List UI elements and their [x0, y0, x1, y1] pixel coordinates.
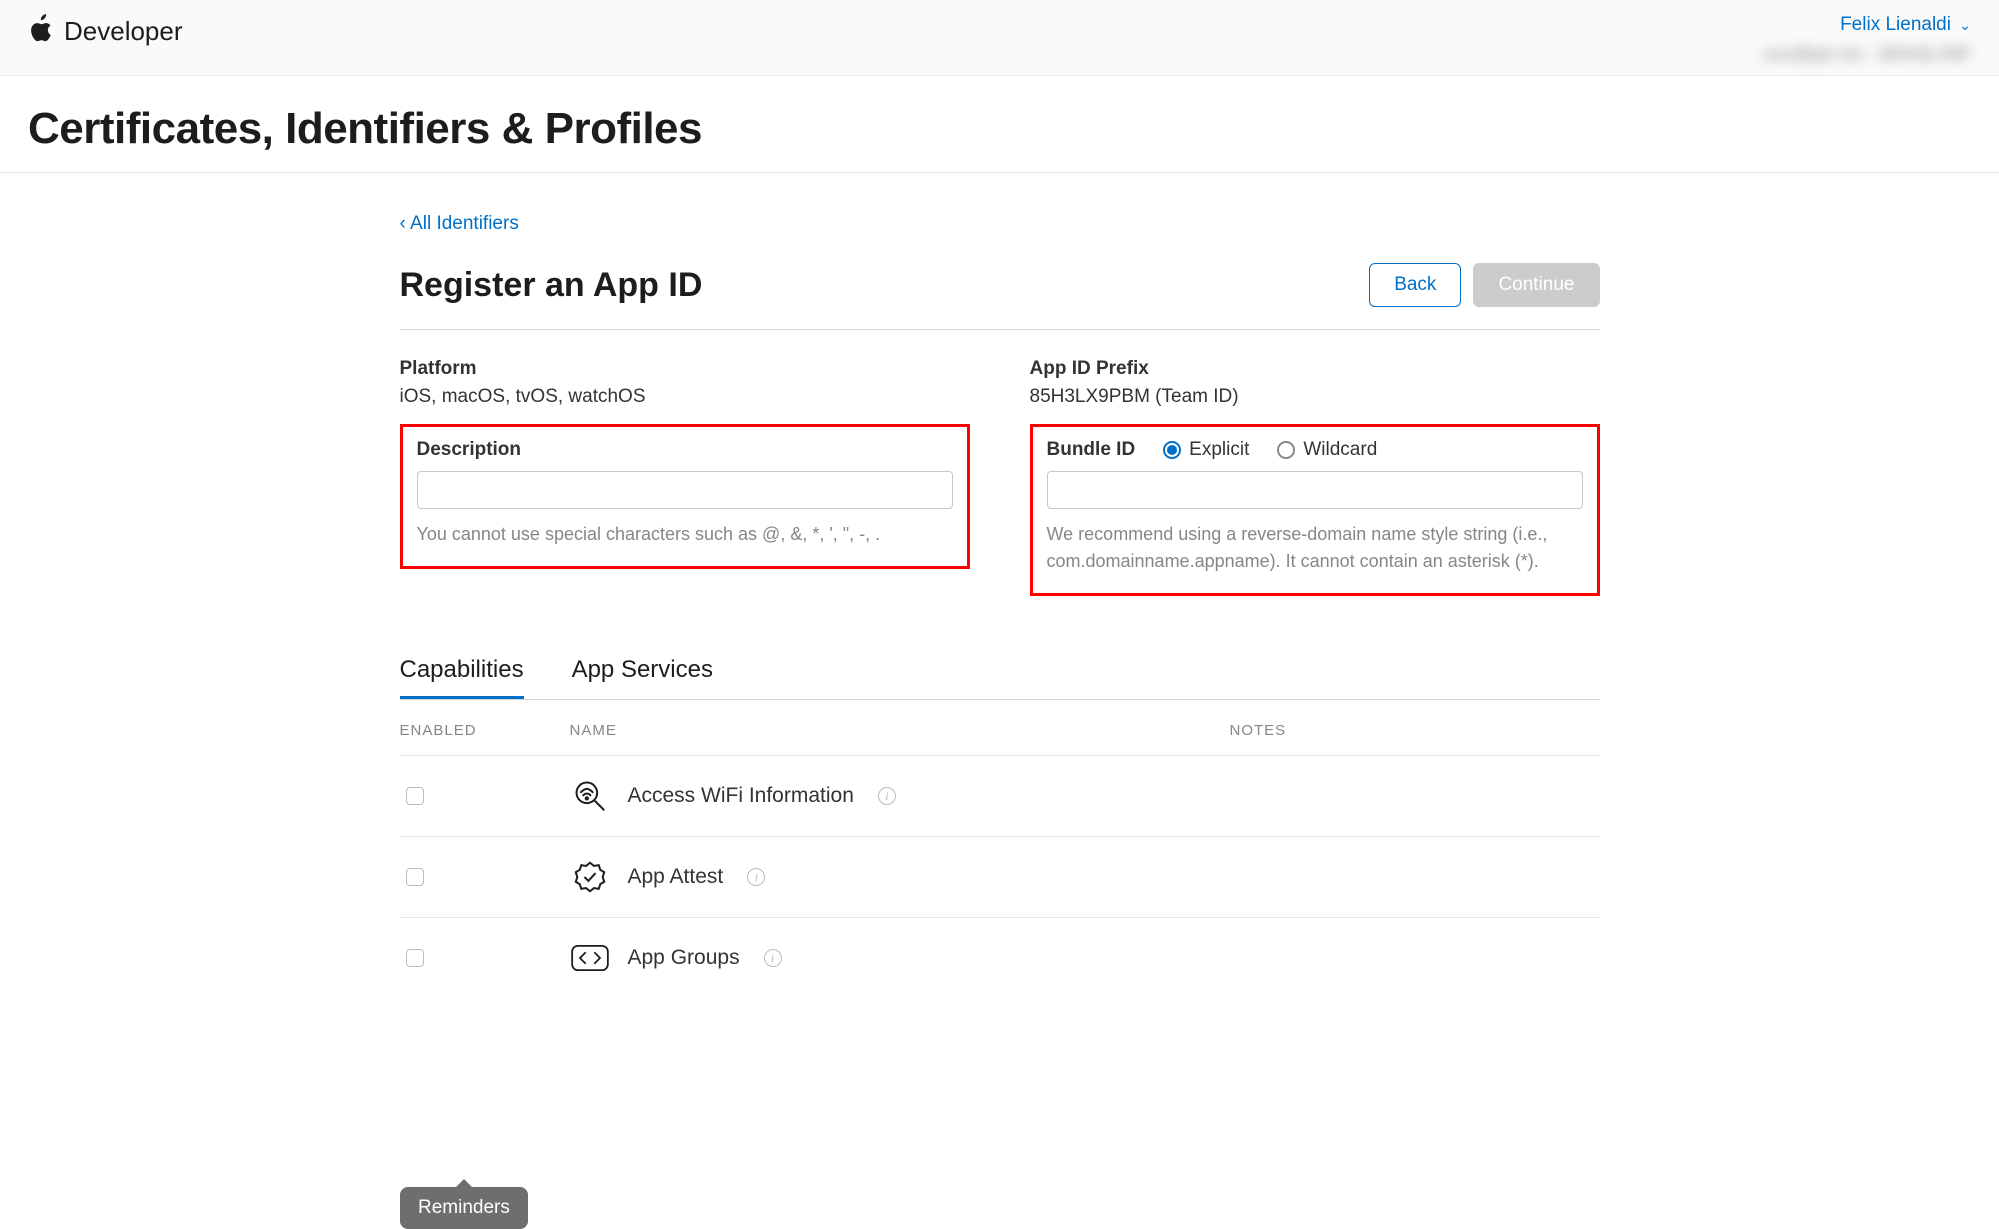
section-header: Register an App ID Back Continue	[400, 263, 1600, 330]
radio-unselected-icon	[1277, 441, 1295, 459]
bundle-explicit-radio[interactable]: Explicit	[1163, 439, 1249, 461]
tab-app-services[interactable]: App Services	[572, 656, 713, 699]
capability-name: Access WiFi Information	[628, 784, 854, 808]
info-icon[interactable]: i	[764, 949, 782, 967]
description-input[interactable]	[417, 471, 953, 509]
chevron-down-icon: ⌄	[1959, 17, 1971, 33]
description-box: Description You cannot use special chara…	[400, 424, 970, 569]
platform-value: iOS, macOS, tvOS, watchOS	[400, 386, 970, 408]
continue-button: Continue	[1473, 263, 1599, 307]
description-help: You cannot use special characters such a…	[417, 521, 953, 548]
account-area: Felix Lienaldi ⌄ xxxxByte Inc - BSH3LX9P	[1763, 14, 1971, 65]
page-header: Certificates, Identifiers & Profiles	[0, 76, 1999, 173]
team-info-blurred: xxxxByte Inc - BSH3LX9P	[1763, 44, 1971, 65]
explicit-label: Explicit	[1189, 439, 1249, 461]
info-icon[interactable]: i	[878, 787, 896, 805]
reminders-tooltip: Reminders	[400, 1187, 528, 1229]
capability-row: Access WiFi Information i	[400, 756, 1600, 837]
description-label: Description	[417, 439, 953, 461]
bundle-wildcard-radio[interactable]: Wildcard	[1277, 439, 1377, 461]
capability-checkbox[interactable]	[406, 787, 424, 805]
col-notes-header: NOTES	[1230, 722, 1600, 739]
capability-checkbox[interactable]	[406, 949, 424, 967]
bundle-id-box: Bundle ID Explicit Wildcard We recommend…	[1030, 424, 1600, 596]
capability-name: App Groups	[628, 946, 740, 970]
bundle-id-label: Bundle ID	[1047, 439, 1136, 461]
info-icon[interactable]: i	[747, 868, 765, 886]
brand[interactable]: Developer	[28, 14, 183, 49]
tab-capabilities[interactable]: Capabilities	[400, 656, 524, 699]
all-identifiers-link[interactable]: ‹ All Identifiers	[400, 213, 519, 235]
account-dropdown[interactable]: Felix Lienaldi ⌄	[1763, 14, 1971, 36]
col-enabled-header: ENABLED	[400, 722, 570, 739]
tabs: Capabilities App Services	[400, 656, 1600, 700]
col-name-header: NAME	[570, 722, 1230, 739]
top-bar: Developer Felix Lienaldi ⌄ xxxxByte Inc …	[0, 0, 1999, 76]
capability-checkbox[interactable]	[406, 868, 424, 886]
appid-prefix-value: 85H3LX9PBM (Team ID)	[1030, 386, 1600, 408]
page-title: Certificates, Identifiers & Profiles	[28, 104, 1971, 154]
brand-name: Developer	[64, 16, 183, 47]
badge-check-icon	[570, 857, 610, 897]
bundle-id-help: We recommend using a reverse-domain name…	[1047, 521, 1583, 575]
radio-selected-icon	[1163, 441, 1181, 459]
capability-name: App Attest	[628, 865, 724, 889]
back-button[interactable]: Back	[1369, 263, 1461, 307]
platform-label: Platform	[400, 358, 970, 380]
arrows-exchange-icon	[570, 938, 610, 978]
capabilities-header-row: ENABLED NAME NOTES	[400, 700, 1600, 756]
appid-prefix-label: App ID Prefix	[1030, 358, 1600, 380]
capability-row: App Attest i	[400, 837, 1600, 918]
wifi-search-icon	[570, 776, 610, 816]
wildcard-label: Wildcard	[1303, 439, 1377, 461]
apple-logo-icon	[28, 14, 54, 49]
bundle-id-input[interactable]	[1047, 471, 1583, 509]
account-name: Felix Lienaldi	[1840, 14, 1951, 35]
section-title: Register an App ID	[400, 266, 703, 305]
capability-row: App Groups i	[400, 918, 1600, 998]
